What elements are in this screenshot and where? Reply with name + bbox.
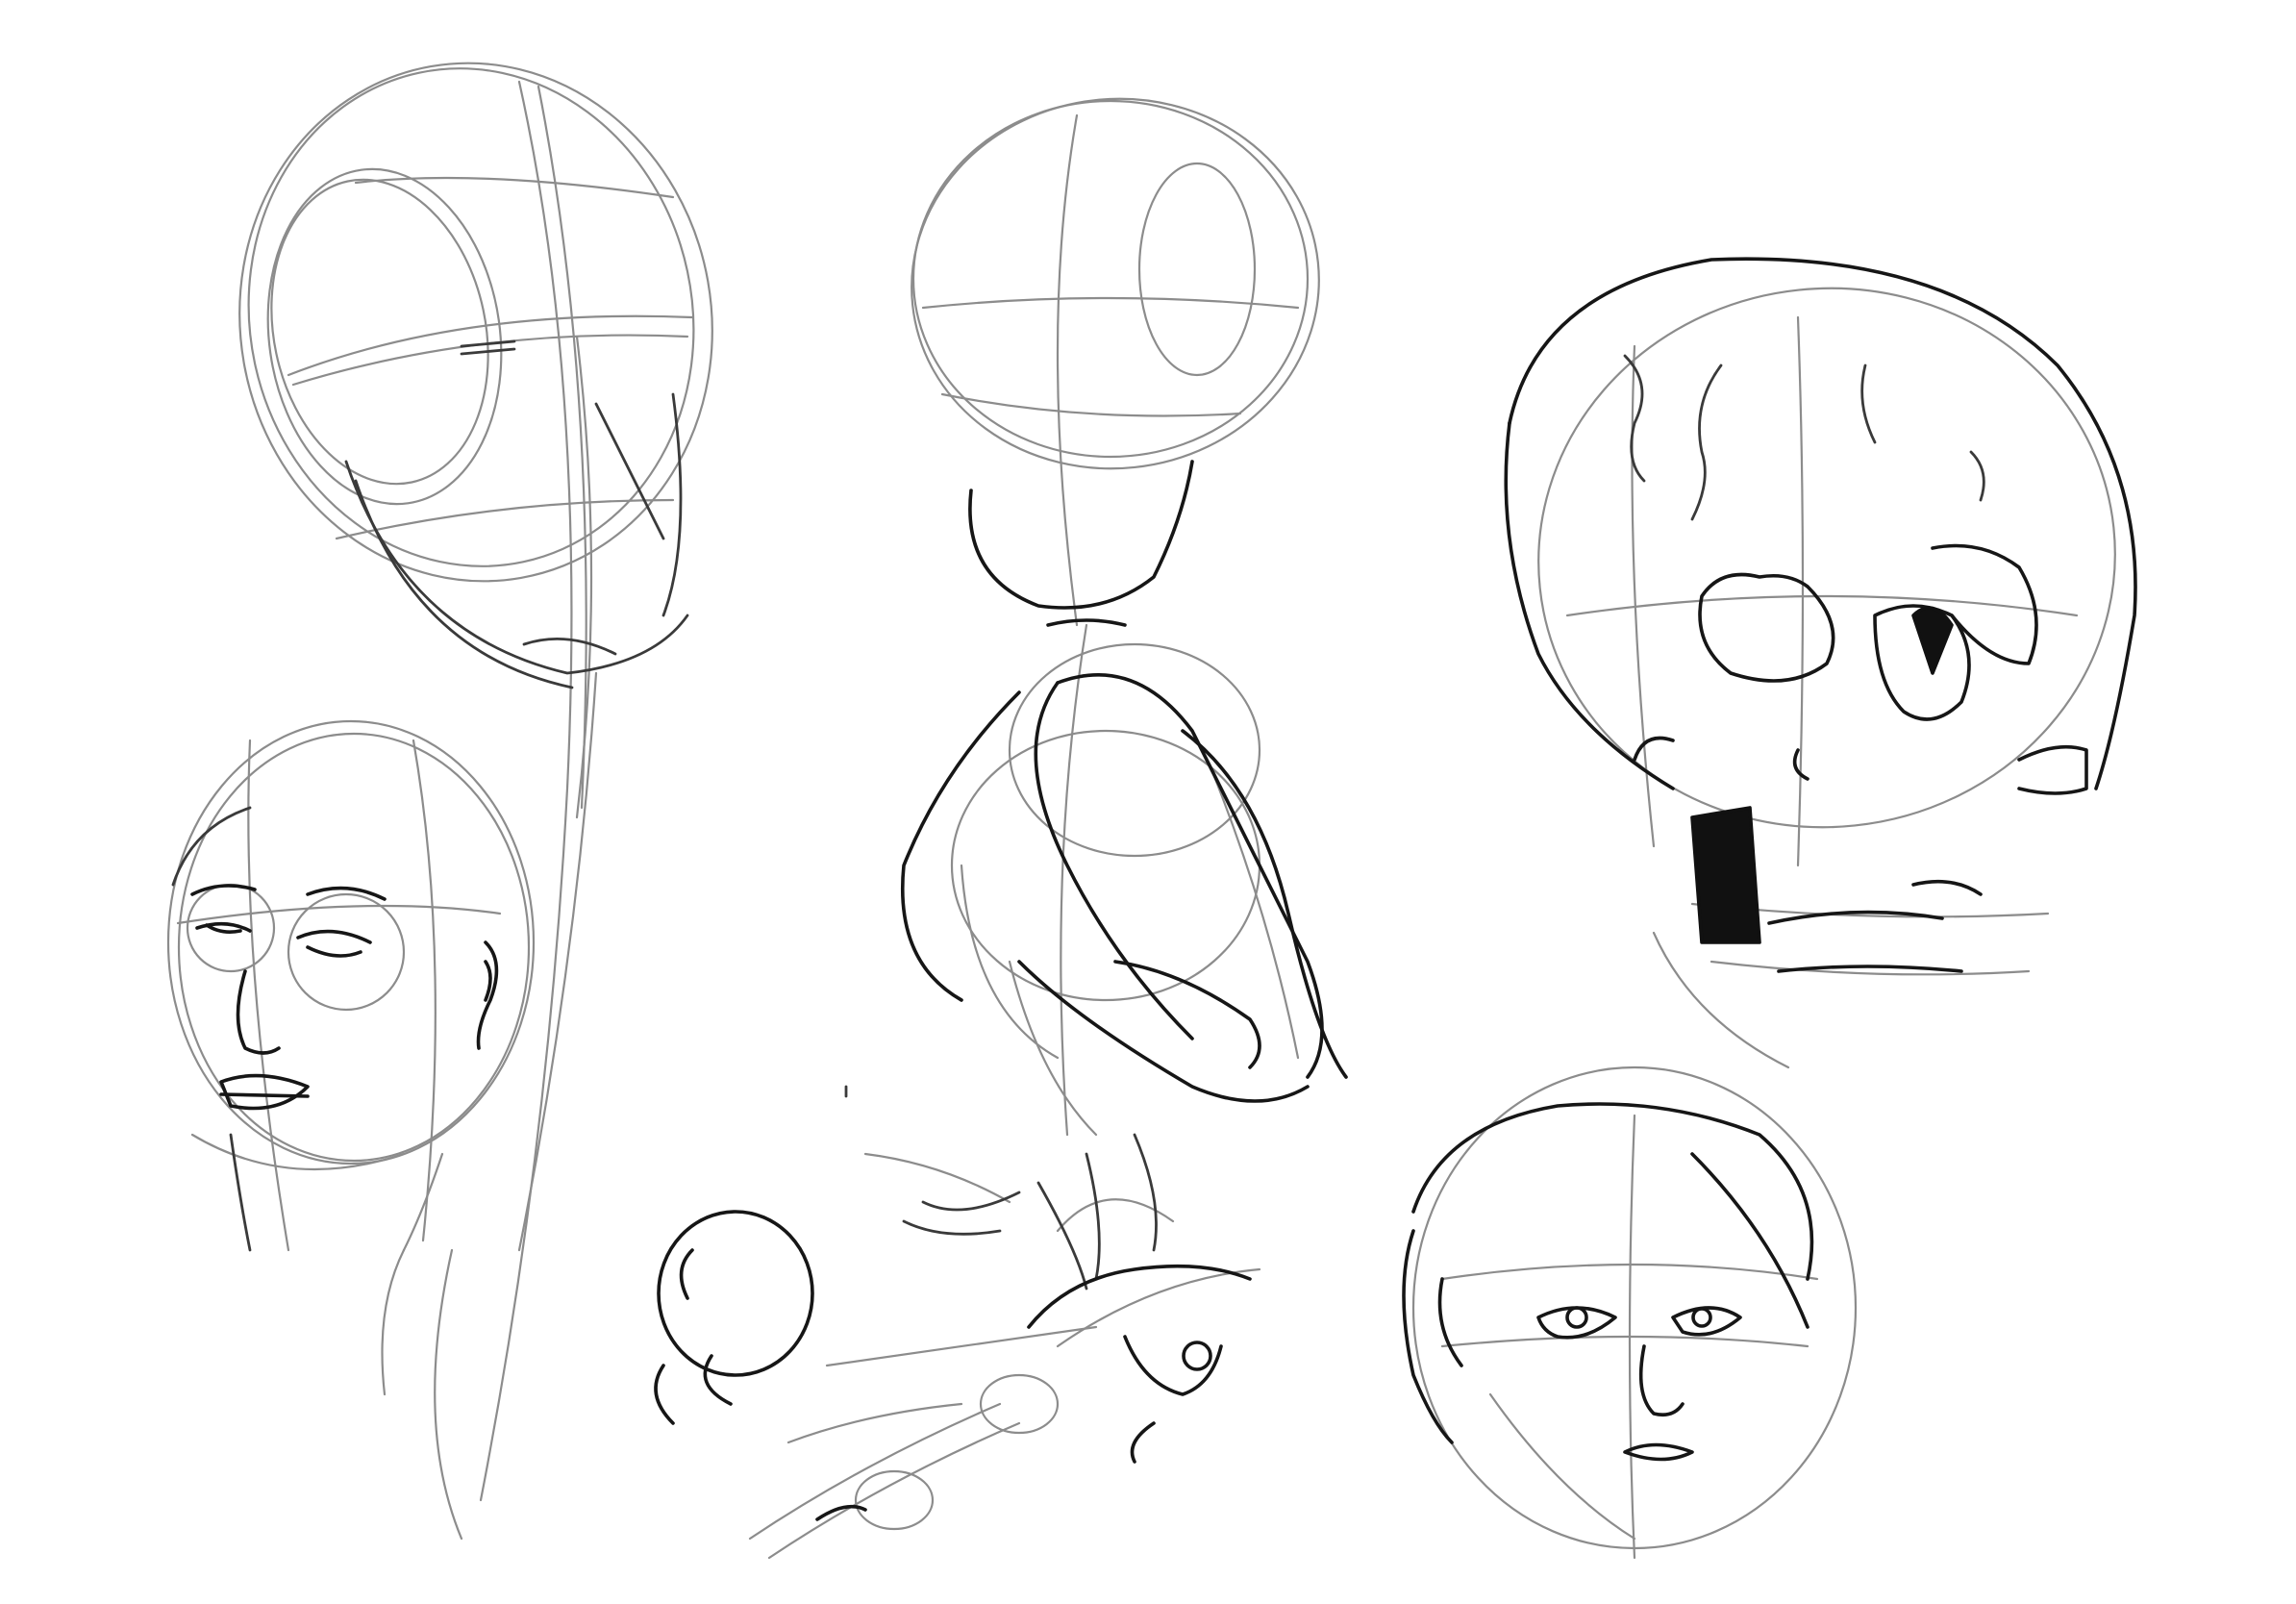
sketch-drawing	[166, 62, 2137, 1560]
skull-sketch	[1504, 257, 2137, 1069]
seated-figure-sketch	[844, 97, 1348, 1291]
face-with-hair-sketch	[1402, 1065, 1858, 1560]
reclining-figures-sketch	[654, 1210, 1261, 1560]
bald-face-sketch	[166, 719, 536, 1252]
sketch-page	[0, 0, 2296, 1604]
